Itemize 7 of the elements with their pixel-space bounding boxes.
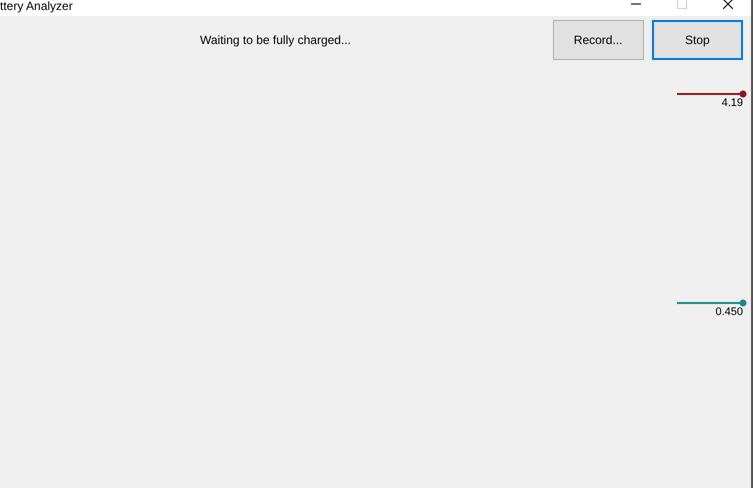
status-text: Waiting to be fully charged... <box>200 33 352 47</box>
trace-reading: 4.19 <box>722 97 744 109</box>
action-button[interactable]: Stop <box>652 20 743 60</box>
close-icon[interactable] <box>723 0 733 9</box>
action-button[interactable]: Record... <box>552 20 644 60</box>
trace-reading: 0.450 <box>715 306 744 318</box>
window-title: ttery Analyzer <box>0 0 73 13</box>
